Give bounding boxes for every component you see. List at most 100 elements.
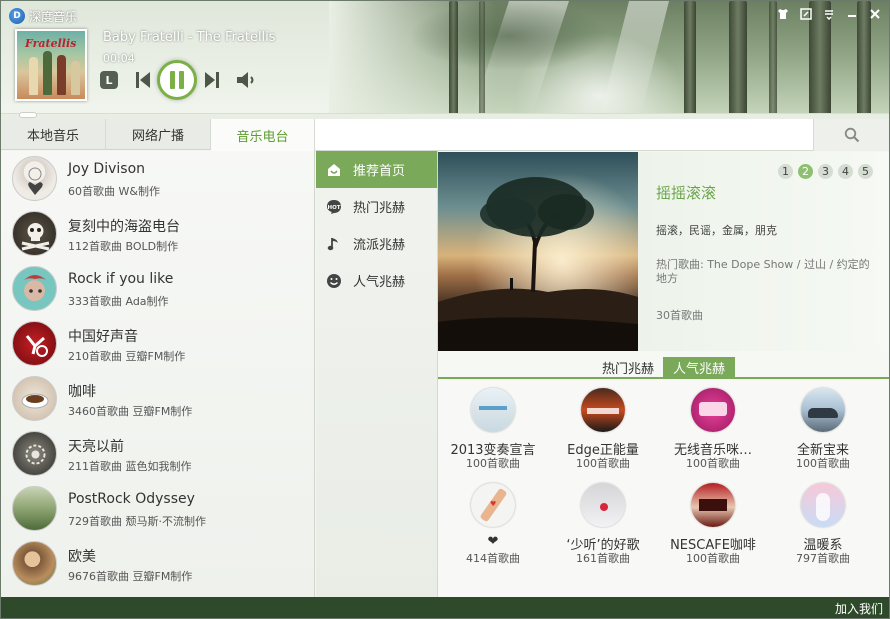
tab-music-station[interactable]: 音乐电台 bbox=[211, 119, 315, 151]
featured-tags: 摇滚，民谣，金属，朋克 bbox=[656, 224, 777, 237]
grid-cover bbox=[801, 388, 845, 432]
featured-title[interactable]: 摇摇滚滚 bbox=[656, 182, 716, 203]
grid-count: 100首歌曲 bbox=[576, 457, 630, 470]
subtab-popular[interactable]: 人气兆赫 bbox=[663, 357, 736, 378]
album-art[interactable]: Fratellis bbox=[15, 29, 87, 101]
featured-hot-songs: 热门歌曲: The Dope Show / 过山 / 约定的地方 bbox=[656, 258, 870, 285]
elapsed-time: 00:04 bbox=[103, 52, 135, 65]
pager-page-1[interactable]: 1 bbox=[778, 164, 793, 179]
subtab-hot[interactable]: 热门兆赫 bbox=[592, 357, 664, 378]
station-avatar bbox=[12, 431, 57, 476]
list-item[interactable]: 天亮以前 211首歌曲 蓝色如我制作 bbox=[1, 426, 314, 481]
list-item[interactable]: 复刻中的海盗电台 112首歌曲 BOLD制作 bbox=[1, 206, 314, 261]
pager-page-4[interactable]: 4 bbox=[838, 164, 853, 179]
station-meta: 210首歌曲 豆瓣FM制作 bbox=[68, 350, 186, 363]
grid-item[interactable]: 2013变奏宣言 100首歌曲 bbox=[438, 380, 548, 475]
station-avatar bbox=[12, 266, 57, 311]
pager-page-2[interactable]: 2 bbox=[798, 164, 813, 179]
grid-item[interactable]: 无线音乐咪… 100首歌曲 bbox=[658, 380, 768, 475]
list-item[interactable]: 欧美 9676首歌曲 豆瓣FM制作 bbox=[1, 536, 314, 591]
close-button[interactable] bbox=[866, 7, 883, 21]
featured-song-count: 30首歌曲 bbox=[656, 309, 703, 322]
list-item[interactable]: Joy Divison 60首歌曲 W&制作 bbox=[1, 151, 314, 206]
pager-page-5[interactable]: 5 bbox=[858, 164, 873, 179]
station-meta: 112首歌曲 BOLD制作 bbox=[68, 240, 179, 253]
pause-icon bbox=[170, 71, 184, 89]
grid-count: 414首歌曲 bbox=[466, 552, 520, 565]
source-tabs: 本地音乐 网络广播 音乐电台 bbox=[1, 119, 315, 151]
grid-count: 100首歌曲 bbox=[466, 457, 520, 470]
search-icon bbox=[844, 127, 859, 143]
list-item[interactable]: 中国好声音 210首歌曲 豆瓣FM制作 bbox=[1, 316, 314, 371]
search-button[interactable] bbox=[813, 119, 889, 151]
category-hot[interactable]: HOT 热门兆赫 bbox=[316, 188, 437, 225]
track-title: Baby Fratelli - The Fratellis bbox=[103, 30, 276, 45]
volume-icon bbox=[237, 72, 254, 88]
next-button[interactable] bbox=[203, 71, 221, 89]
tab-web-radio[interactable]: 网络广播 bbox=[106, 119, 211, 150]
search-bar[interactable] bbox=[315, 119, 889, 151]
station-grid: 2013变奏宣言 100首歌曲 Edge正能量 100首歌曲 无线音乐咪… 10… bbox=[438, 380, 889, 597]
grid-item[interactable]: 全新宝来 100首歌曲 bbox=[768, 380, 878, 475]
hot-icon: HOT bbox=[326, 199, 342, 215]
svg-text:HOT: HOT bbox=[327, 205, 340, 211]
station-avatar bbox=[12, 376, 57, 421]
featured-pager: 1 2 3 4 5 bbox=[778, 164, 873, 179]
mini-mode-button[interactable] bbox=[797, 7, 814, 21]
station-avatar bbox=[12, 541, 57, 586]
join-us-link[interactable]: 加入我们 bbox=[835, 600, 883, 617]
player-header: D 深度音乐 Fratellis Baby Fratelli - The Fra… bbox=[1, 1, 889, 119]
skin-button[interactable] bbox=[774, 7, 791, 21]
minimize-button[interactable] bbox=[843, 7, 860, 21]
category-genre[interactable]: 流派兆赫 bbox=[316, 225, 437, 262]
grid-item[interactable]: NESCAFE咖啡 100首歌曲 bbox=[658, 475, 768, 570]
loop-mode-label: L bbox=[105, 73, 113, 87]
category-label: 人气兆赫 bbox=[353, 275, 406, 290]
close-icon bbox=[869, 9, 880, 19]
category-label: 热门兆赫 bbox=[353, 201, 406, 216]
category-recommended[interactable]: 推荐首页 bbox=[316, 151, 437, 188]
tab-local-music[interactable]: 本地音乐 bbox=[1, 119, 106, 150]
home-icon bbox=[326, 162, 342, 178]
category-menu: 推荐首页 HOT 热门兆赫 流派兆赫 人气兆赫 bbox=[316, 151, 438, 597]
station-name: Joy Divison bbox=[68, 161, 146, 177]
previous-button[interactable] bbox=[134, 71, 152, 89]
station-name: 咖啡 bbox=[68, 384, 96, 400]
list-item[interactable]: 咖啡 3460首歌曲 豆瓣FM制作 bbox=[1, 371, 314, 426]
app-logo-icon: D bbox=[9, 8, 25, 24]
featured-image[interactable] bbox=[438, 152, 638, 351]
station-name: 复刻中的海盗电台 bbox=[68, 219, 180, 235]
grid-item[interactable]: ‘少听’的好歌 161首歌曲 bbox=[548, 475, 658, 570]
station-meta: 3460首歌曲 豆瓣FM制作 bbox=[68, 405, 193, 418]
station-avatar bbox=[12, 156, 57, 201]
menu-button[interactable] bbox=[820, 7, 837, 21]
pause-button[interactable] bbox=[157, 60, 197, 100]
station-subtabs: 热门兆赫 人气兆赫 bbox=[438, 351, 889, 379]
loop-mode-button[interactable]: L bbox=[100, 71, 118, 89]
footer-bar: 加入我们 bbox=[1, 597, 889, 618]
category-popular[interactable]: 人气兆赫 bbox=[316, 262, 437, 299]
next-icon bbox=[205, 72, 219, 88]
grid-count: 797首歌曲 bbox=[796, 552, 850, 565]
volume-button[interactable] bbox=[236, 71, 258, 89]
list-item[interactable]: PostRock Odyssey 729首歌曲 颓马斯·不流制作 bbox=[1, 481, 314, 536]
progress-handle[interactable] bbox=[19, 112, 37, 118]
grid-name: ❤ bbox=[487, 534, 499, 549]
previous-icon bbox=[136, 72, 150, 88]
grid-cover: ♥ bbox=[471, 483, 515, 527]
grid-item[interactable]: ♥ ❤ 414首歌曲 bbox=[438, 475, 548, 570]
grid-item[interactable]: Edge正能量 100首歌曲 bbox=[548, 380, 658, 475]
grid-cover bbox=[691, 388, 735, 432]
app-title: 深度音乐 bbox=[29, 10, 78, 24]
station-meta: 729首歌曲 颓马斯·不流制作 bbox=[68, 515, 206, 528]
station-name: 天亮以前 bbox=[68, 439, 124, 455]
featured-info: 1 2 3 4 5 摇摇滚滚 摇滚，民谣，金属，朋克 热门歌曲: The Dop… bbox=[638, 152, 889, 351]
list-item[interactable]: Rock if you like 333首歌曲 Ada制作 bbox=[1, 261, 314, 316]
grid-cover bbox=[581, 388, 625, 432]
grid-item[interactable]: 温暖系 797首歌曲 bbox=[768, 475, 878, 570]
grid-cover bbox=[581, 483, 625, 527]
station-avatar bbox=[12, 486, 57, 531]
grid-count: 100首歌曲 bbox=[686, 457, 740, 470]
pager-page-3[interactable]: 3 bbox=[818, 164, 833, 179]
station-meta: 60首歌曲 W&制作 bbox=[68, 185, 160, 198]
